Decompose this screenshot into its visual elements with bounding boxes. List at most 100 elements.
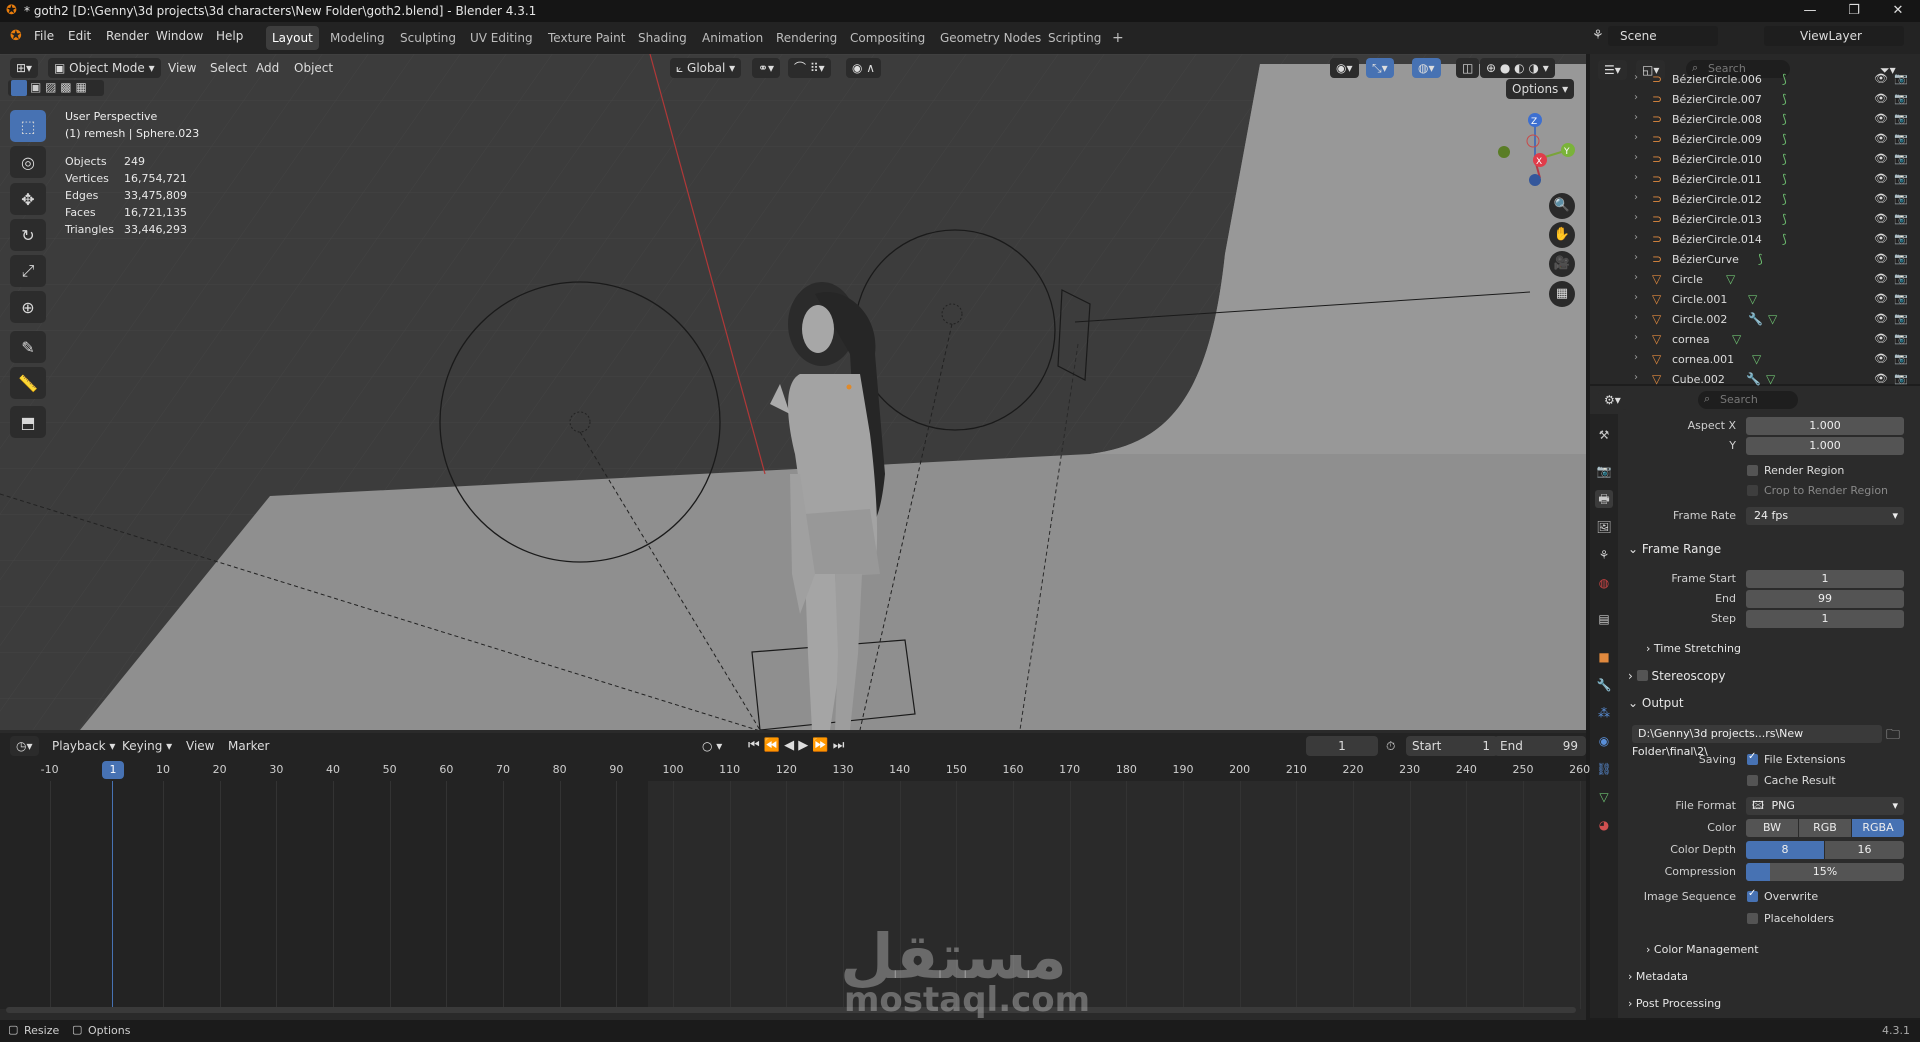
output-header[interactable]: ⌄ Output: [1628, 696, 1684, 710]
minimize-button[interactable]: —: [1788, 0, 1832, 22]
outliner-row[interactable]: › ▽ Circle.002 🔧 ▽ 👁 📷: [1590, 310, 1920, 330]
transform-tool[interactable]: ⊕: [10, 291, 46, 323]
outliner-row[interactable]: › ⊃ BézierCircle.011 ⟆ 👁 📷: [1590, 170, 1920, 190]
frame-rate-dropdown[interactable]: 24 fps ▾: [1746, 507, 1904, 525]
end-frame-field[interactable]: End 99: [1494, 736, 1586, 756]
physics-tab-icon[interactable]: ◉: [1595, 732, 1613, 750]
render-camera-icon[interactable]: 📷: [1894, 192, 1908, 205]
eye-icon[interactable]: 👁: [1874, 292, 1888, 305]
folder-icon[interactable]: 🗀: [1886, 724, 1900, 748]
frame-range-header[interactable]: ⌄ Frame Range: [1628, 542, 1721, 556]
curve-data-icon[interactable]: ⟆: [1782, 152, 1787, 166]
scale-tool[interactable]: ⤢: [10, 255, 46, 287]
render-camera-icon[interactable]: 📷: [1894, 252, 1908, 265]
expand-chevron-icon[interactable]: ›: [1634, 152, 1638, 163]
color-rgba-button[interactable]: RGBA: [1852, 819, 1904, 837]
tab-scripting[interactable]: Scripting: [1042, 26, 1107, 50]
particles-tab-icon[interactable]: ⁂: [1595, 704, 1613, 722]
time-stretching-header[interactable]: › Time Stretching: [1646, 642, 1741, 655]
outliner-row[interactable]: › ⊃ BézierCircle.013 ⟆ 👁 📷: [1590, 210, 1920, 230]
expand-chevron-icon[interactable]: ›: [1634, 252, 1638, 263]
overwrite-checkbox[interactable]: [1747, 888, 1758, 902]
zoom-icon[interactable]: 🔍: [1549, 193, 1575, 219]
close-button[interactable]: ✕: [1876, 0, 1920, 22]
eye-icon[interactable]: 👁: [1874, 152, 1888, 165]
color-rgb-button[interactable]: RGB: [1799, 819, 1851, 837]
xray-button[interactable]: ◫: [1456, 58, 1480, 78]
menu-edit[interactable]: Edit: [68, 29, 91, 43]
stereoscopy-checkbox[interactable]: [1636, 670, 1648, 681]
tab-uv-editing[interactable]: UV Editing: [464, 26, 539, 50]
viewport-menu-view[interactable]: View: [168, 58, 196, 78]
render-camera-icon[interactable]: 📷: [1894, 352, 1908, 365]
render-camera-icon[interactable]: 📷: [1894, 72, 1908, 85]
world-tab-icon[interactable]: ◍: [1595, 574, 1613, 592]
color-depth-8-button[interactable]: 8: [1746, 841, 1824, 859]
color-bw-button[interactable]: BW: [1746, 819, 1798, 837]
outliner-row[interactable]: › ▽ cornea.001 ▽ 👁 📷: [1590, 350, 1920, 370]
menu-help[interactable]: Help: [216, 29, 243, 43]
timeline-editor-type-button[interactable]: ◷▾: [10, 736, 39, 756]
add-workspace-button[interactable]: +: [1106, 26, 1130, 50]
timeline-menu-marker[interactable]: Marker: [228, 736, 269, 756]
outliner-row[interactable]: › ⊃ BézierCircle.012 ⟆ 👁 📷: [1590, 190, 1920, 210]
render-camera-icon[interactable]: 📷: [1894, 212, 1908, 225]
mesh-data-icon[interactable]: ▽: [1748, 292, 1757, 306]
outliner-row[interactable]: › ▽ cornea ▽ 👁 📷: [1590, 330, 1920, 350]
viewport-menu-object[interactable]: Object: [294, 58, 333, 78]
3d-viewport[interactable]: [0, 54, 1586, 730]
outliner-row[interactable]: › ⊃ BézierCurve ⟆ 👁 📷: [1590, 250, 1920, 270]
tab-texture-paint[interactable]: Texture Paint: [542, 26, 631, 50]
expand-chevron-icon[interactable]: ›: [1634, 72, 1638, 83]
outliner-row[interactable]: › ⊃ BézierCircle.009 ⟆ 👁 📷: [1590, 130, 1920, 150]
render-camera-icon[interactable]: 📷: [1894, 272, 1908, 285]
proportional-edit-button[interactable]: ◉ ∧: [846, 58, 882, 78]
tab-shading[interactable]: Shading: [632, 26, 693, 50]
expand-chevron-icon[interactable]: ›: [1634, 232, 1638, 243]
tab-layout[interactable]: Layout: [266, 26, 319, 50]
object-tab-icon[interactable]: ■: [1595, 648, 1613, 666]
curve-data-icon[interactable]: ⟆: [1782, 232, 1787, 246]
curve-data-icon[interactable]: ⟆: [1782, 112, 1787, 126]
compression-slider[interactable]: 15%: [1746, 863, 1904, 881]
post-processing-header[interactable]: › Post Processing: [1628, 997, 1721, 1010]
eye-icon[interactable]: 👁: [1874, 92, 1888, 105]
visibility-button[interactable]: ◉▾: [1330, 58, 1359, 78]
overlay-toggle-button[interactable]: ◍▾: [1412, 58, 1441, 78]
menu-render[interactable]: Render: [106, 29, 149, 43]
viewport-menu-add[interactable]: Add: [256, 58, 279, 78]
timeline-menu-keying[interactable]: Keying ▾: [122, 736, 172, 756]
output-tab-icon[interactable]: 🖶: [1595, 490, 1613, 508]
mesh-data-icon[interactable]: ▽: [1752, 352, 1761, 366]
eye-icon[interactable]: 👁: [1874, 192, 1888, 205]
eye-icon[interactable]: 👁: [1874, 172, 1888, 185]
expand-chevron-icon[interactable]: ›: [1634, 112, 1638, 123]
playback-controls[interactable]: ⏮ ⏪ ◀ ▶ ⏩ ⏭: [748, 736, 844, 756]
render-camera-icon[interactable]: 📷: [1894, 232, 1908, 245]
current-frame-field[interactable]: 1: [1306, 736, 1378, 756]
color-depth-16-button[interactable]: 16: [1825, 841, 1904, 859]
select-new-icon[interactable]: [11, 80, 27, 96]
timeline-track-area[interactable]: [0, 781, 1586, 1009]
tab-animation[interactable]: Animation: [696, 26, 769, 50]
curve-data-icon[interactable]: ⟆: [1782, 92, 1787, 106]
expand-chevron-icon[interactable]: ›: [1634, 372, 1638, 383]
constraints-tab-icon[interactable]: ⛓: [1595, 760, 1613, 778]
editor-type-button[interactable]: ⊞▾: [10, 58, 39, 78]
timeline-menu-playback[interactable]: Playback ▾: [52, 736, 115, 756]
tab-compositing[interactable]: Compositing: [844, 26, 931, 50]
mesh-data-icon[interactable]: ▽: [1726, 272, 1735, 286]
placeholders-checkbox[interactable]: [1747, 913, 1758, 924]
outliner-row[interactable]: › ▽ Circle ▽ 👁 📷: [1590, 270, 1920, 290]
eye-icon[interactable]: 👁: [1874, 272, 1888, 285]
properties-editor-type-button[interactable]: ⚙▾: [1598, 390, 1627, 410]
mesh-data-icon[interactable]: 🔧: [1746, 372, 1761, 386]
expand-chevron-icon[interactable]: ›: [1634, 352, 1638, 363]
cache-result-checkbox[interactable]: [1747, 775, 1758, 786]
curve-data-icon[interactable]: ⟆: [1782, 132, 1787, 146]
outliner-row[interactable]: › ⊃ BézierCircle.008 ⟆ 👁 📷: [1590, 110, 1920, 130]
mesh-data-icon[interactable]: ▽: [1732, 332, 1741, 346]
properties-search-field[interactable]: ⌕ Search: [1698, 391, 1798, 409]
metadata-header[interactable]: › Metadata: [1628, 970, 1688, 983]
modifier-wrench-icon[interactable]: 🔧: [1595, 676, 1613, 694]
